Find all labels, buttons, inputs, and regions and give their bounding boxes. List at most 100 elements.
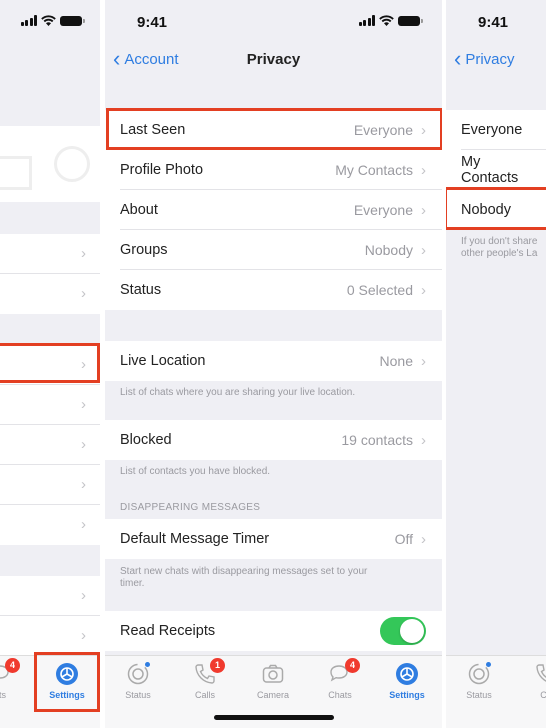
chevron-right-icon: ›: [421, 201, 426, 219]
page-title: Privacy: [246, 51, 301, 68]
tab-bar: Status 1 Calls Camera 4 Chats Settings: [105, 655, 442, 728]
status-time: 9:41: [137, 14, 168, 31]
tab-label: Camera: [256, 690, 289, 700]
calls-badge: 1: [210, 658, 225, 673]
chevron-right-icon: ›: [81, 285, 86, 302]
row-value: 19 contacts: [341, 432, 413, 448]
back-label: Privacy: [465, 50, 515, 68]
qr-icon[interactable]: [0, 156, 32, 190]
phone-icon: [534, 662, 546, 686]
row-default-message-timer[interactable]: Default Message Timer Off ›: [105, 519, 442, 559]
row-profile-photo[interactable]: Profile Photo My Contacts ›: [105, 150, 442, 190]
row-read-receipts: Read Receipts: [105, 611, 442, 651]
tab-status[interactable]: Status: [108, 662, 168, 700]
gear-icon: [395, 662, 419, 686]
status-dot: [145, 662, 150, 667]
settings-row[interactable]: ›: [0, 234, 100, 274]
chevron-right-icon: ›: [81, 516, 86, 533]
footnote-line: If you don't share: [461, 236, 538, 247]
signal-icon: [358, 15, 375, 26]
tab-label: Calls: [194, 690, 215, 700]
chevron-right-icon: ›: [81, 245, 86, 262]
chevron-right-icon: ›: [421, 352, 426, 370]
tab-label: Status: [125, 690, 151, 700]
back-button[interactable]: ‹ Privacy: [454, 46, 515, 71]
row-value: Nobody: [364, 242, 413, 258]
tab-bar: 4 ats Settings: [0, 655, 100, 728]
chevron-right-icon: ›: [421, 431, 426, 449]
row-label: Default Message Timer: [120, 531, 270, 547]
tab-calls[interactable]: 1 Calls: [175, 658, 235, 700]
tab-settings[interactable]: Settings: [377, 662, 437, 700]
row-value: Everyone: [353, 122, 413, 138]
tab-label: Ca: [540, 690, 546, 700]
row-value: None: [379, 353, 413, 369]
camera-icon: [261, 662, 285, 686]
settings-row-account[interactable]: ›: [0, 345, 100, 385]
tab-chats[interactable]: 4 ats: [0, 658, 30, 700]
blocked-footnote: List of contacts you have blocked.: [120, 466, 271, 477]
tab-camera[interactable]: Camera: [243, 662, 303, 700]
row-label: Last Seen: [120, 122, 186, 138]
chevron-right-icon: ›: [421, 281, 426, 299]
chevron-right-icon: ›: [421, 241, 426, 259]
option-everyone[interactable]: Everyone: [446, 110, 546, 150]
chevron-right-icon: ›: [421, 121, 426, 139]
settings-panel: › › › › › › › › › 4 ats Settings: [0, 0, 100, 728]
row-status[interactable]: Status 0 Selected ›: [105, 270, 442, 310]
tab-label: Chats: [328, 690, 352, 700]
row-last-seen[interactable]: Last Seen Everyone ›: [105, 110, 442, 150]
settings-row[interactable]: ›: [0, 465, 100, 505]
row-blocked[interactable]: Blocked 19 contacts ›: [105, 420, 442, 460]
settings-row[interactable]: ›: [0, 505, 100, 545]
row-value: My Contacts: [335, 162, 413, 178]
option-nobody[interactable]: Nobody: [446, 190, 546, 230]
settings-row[interactable]: ›: [0, 616, 100, 656]
chevron-right-icon: ›: [81, 627, 86, 644]
row-value: Everyone: [353, 202, 413, 218]
chevron-right-icon: ›: [81, 436, 86, 453]
row-value: Off: [394, 531, 413, 547]
chevron-right-icon: ›: [81, 587, 86, 604]
tab-chats[interactable]: 4 Chats: [310, 658, 370, 700]
option-my-contacts[interactable]: My Contacts: [446, 150, 546, 190]
chevron-right-icon: ›: [421, 161, 426, 179]
status-dot: [486, 662, 491, 667]
status-bar: 9:41: [105, 0, 442, 44]
read-receipts-toggle[interactable]: [380, 617, 426, 645]
system-icons: [358, 15, 423, 26]
battery-icon: [60, 15, 85, 26]
footnote-line: other people's La: [461, 248, 538, 259]
tab-bar: Status Ca: [446, 655, 546, 728]
tab-settings[interactable]: Settings: [37, 662, 97, 700]
chats-badge: 4: [345, 658, 360, 673]
chevron-right-icon: ›: [81, 396, 86, 413]
wifi-icon: [379, 15, 394, 26]
row-about[interactable]: About Everyone ›: [105, 190, 442, 230]
settings-row[interactable]: ›: [0, 425, 100, 465]
row-label: Read Receipts: [120, 623, 216, 639]
settings-row[interactable]: ›: [0, 385, 100, 425]
system-icons: [20, 15, 85, 26]
tab-calls[interactable]: Ca: [516, 662, 546, 700]
chevron-left-icon: ‹: [454, 46, 462, 71]
phone-icon: 1: [193, 658, 225, 686]
settings-row[interactable]: ›: [0, 576, 100, 616]
profile-card[interactable]: [0, 126, 100, 202]
row-groups[interactable]: Groups Nobody ›: [105, 230, 442, 270]
camera-avatar-icon[interactable]: [54, 146, 90, 182]
tab-status[interactable]: Status: [449, 662, 509, 700]
chevron-right-icon: ›: [421, 530, 426, 548]
live-location-footnote: List of chats where you are sharing your…: [120, 387, 356, 398]
settings-row[interactable]: ›: [0, 274, 100, 314]
last-seen-footnote: If you don't share other people's La: [461, 236, 546, 260]
nav-bar: ‹ Account Privacy: [105, 44, 442, 76]
option-label: My Contacts: [461, 154, 519, 186]
option-label: Nobody: [461, 202, 511, 218]
row-live-location[interactable]: Live Location None ›: [105, 341, 442, 381]
home-indicator[interactable]: [213, 715, 334, 720]
row-label: Blocked: [120, 432, 172, 448]
status-icon: [467, 662, 491, 686]
tab-label: Settings: [389, 690, 425, 700]
gear-icon: [55, 662, 79, 686]
